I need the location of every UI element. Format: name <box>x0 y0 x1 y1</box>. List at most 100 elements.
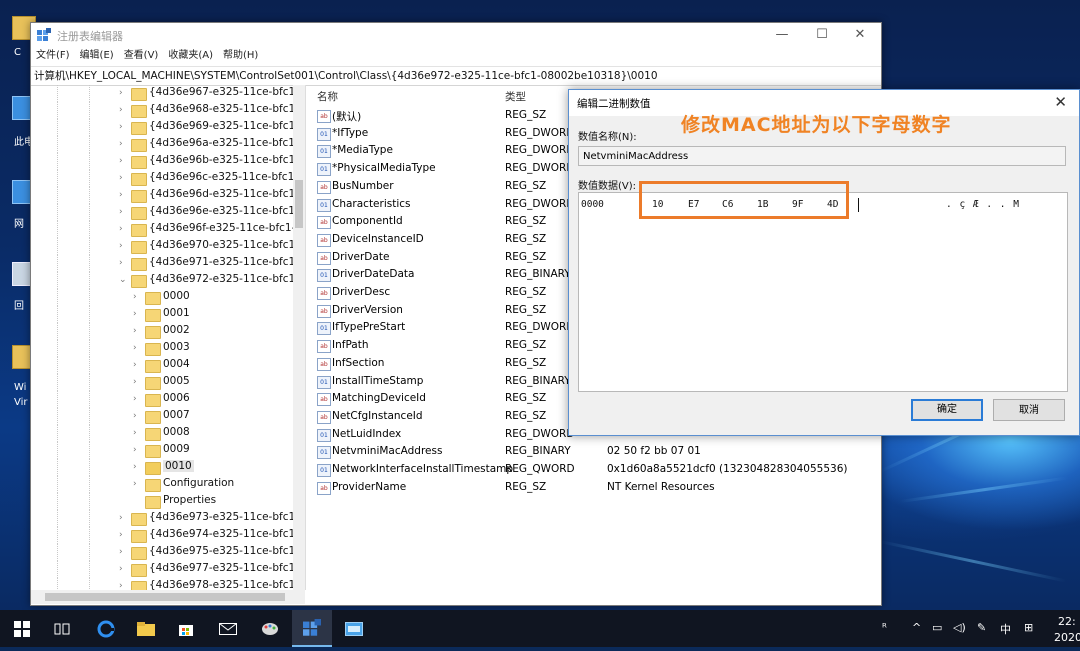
chevron-right-icon[interactable]: › <box>119 207 123 217</box>
tree-item[interactable]: › {4d36e96a-e325-11ce-bfc1-08 <box>31 136 305 153</box>
person-icon[interactable]: ᴿ <box>882 621 887 634</box>
pen-icon[interactable]: ✎ <box>977 621 986 634</box>
start-button[interactable] <box>2 610 42 647</box>
tree-item[interactable]: › 0002 <box>31 323 293 340</box>
chevron-right-icon[interactable]: › <box>119 156 123 166</box>
chevron-right-icon[interactable]: › <box>133 360 137 370</box>
tree-item[interactable]: › {4d36e96c-e325-11ce-bfc1-08 <box>31 170 305 187</box>
value-row[interactable]: 01 NetworkInterfaceInstallTimestamp REG_QW… <box>309 461 879 479</box>
chevron-right-icon[interactable]: › <box>119 547 123 557</box>
scrollbar-thumb[interactable] <box>295 180 303 228</box>
chevron-down-icon[interactable]: ⌄ <box>119 275 127 285</box>
network-icon[interactable]: ▭ <box>932 621 942 634</box>
chevron-right-icon[interactable]: › <box>133 445 137 455</box>
chevron-right-icon[interactable]: › <box>119 224 123 234</box>
tree-item[interactable]: › {4d36e96b-e325-11ce-bfc1-08 <box>31 153 305 170</box>
scrollbar-thumb[interactable] <box>45 593 285 601</box>
task-view-button[interactable] <box>42 610 82 647</box>
tree-item[interactable]: › 0007 <box>31 408 293 425</box>
tree-item[interactable]: › 0009 <box>31 442 293 459</box>
dialog-close-button[interactable]: ✕ <box>1054 93 1067 111</box>
file-explorer-button[interactable] <box>126 610 166 647</box>
value-name-field[interactable]: NetvminiMacAddress <box>578 146 1066 166</box>
close-button[interactable]: ✕ <box>843 25 877 45</box>
maximize-button[interactable]: ☐ <box>805 25 839 45</box>
ime-indicator[interactable]: 中 <box>1000 621 1011 637</box>
chevron-right-icon[interactable]: › <box>119 241 123 251</box>
menu-view[interactable]: 查看(V) <box>119 47 164 65</box>
tree-item[interactable]: › {4d36e975-e325-11ce-bfc1-08 <box>31 544 305 561</box>
tree-item[interactable]: › 0004 <box>31 357 293 374</box>
tree-item[interactable]: › {4d36e968-e325-11ce-bfc1-08 <box>31 102 305 119</box>
tree-item[interactable]: › {4d36e967-e325-11ce-bfc1-08 <box>31 85 305 102</box>
tree-item[interactable]: › Configuration <box>31 476 293 493</box>
tree-item[interactable]: › 0003 <box>31 340 293 357</box>
store-button[interactable] <box>166 610 206 647</box>
chevron-right-icon[interactable]: › <box>133 343 137 353</box>
tree-item[interactable]: › {4d36e96d-e325-11ce-bfc1-08 <box>31 187 305 204</box>
menu-edit[interactable]: 编辑(E) <box>75 47 119 65</box>
clock-date[interactable]: 2020/ <box>1054 631 1080 644</box>
chevron-right-icon[interactable]: › <box>119 581 123 590</box>
tree-item[interactable]: › {4d36e969-e325-11ce-bfc1-08 <box>31 119 305 136</box>
chevron-right-icon[interactable]: › <box>119 105 123 115</box>
chevron-right-icon[interactable]: › <box>119 88 123 98</box>
edge-button[interactable] <box>86 610 126 647</box>
column-header-type[interactable]: 类型 <box>505 89 526 104</box>
chevron-right-icon[interactable]: › <box>119 139 123 149</box>
chevron-right-icon[interactable]: › <box>119 530 123 540</box>
tree-item[interactable]: › {4d36e978-e325-11ce-bfc1-08 <box>31 578 305 590</box>
chevron-right-icon[interactable]: › <box>119 173 123 183</box>
tree-item[interactable]: ⌄ {4d36e972-e325-11ce-bfc1-08 <box>31 272 305 289</box>
chevron-right-icon[interactable]: › <box>133 309 137 319</box>
value-row[interactable]: 01 NetvminiMacAddress REG_BINARY 02 50 f2 b… <box>309 443 879 461</box>
chevron-right-icon[interactable]: › <box>133 394 137 404</box>
chevron-right-icon[interactable]: › <box>119 122 123 132</box>
chevron-right-icon[interactable]: › <box>119 564 123 574</box>
tree-horizontal-scrollbar[interactable] <box>31 590 305 604</box>
menu-favorites[interactable]: 收藏夹(A) <box>163 47 218 65</box>
window-titlebar[interactable]: 注册表编辑器 — ☐ ✕ <box>31 23 881 47</box>
tree-item[interactable]: › {4d36e973-e325-11ce-bfc1-08 <box>31 510 305 527</box>
tree-item[interactable]: › {4d36e971-e325-11ce-bfc1-08 <box>31 255 305 272</box>
ime-mode-icon[interactable]: ⊞ <box>1024 621 1033 634</box>
tree-item[interactable]: › 0000 <box>31 289 293 306</box>
chevron-right-icon[interactable]: › <box>133 428 137 438</box>
paint-button[interactable] <box>250 610 290 647</box>
chevron-right-icon[interactable]: › <box>119 513 123 523</box>
menu-file[interactable]: 文件(F) <box>31 47 75 65</box>
tree-item[interactable]: › {4d36e96f-e325-11ce-bfc1-08 <box>31 221 305 238</box>
chevron-right-icon[interactable]: › <box>133 377 137 387</box>
clock-time[interactable]: 22: <box>1058 615 1076 628</box>
chevron-right-icon[interactable]: › <box>119 190 123 200</box>
tree-item[interactable]: Properties <box>31 493 293 510</box>
tree-item[interactable]: › {4d36e974-e325-11ce-bfc1-08 <box>31 527 305 544</box>
value-row[interactable]: ab ProviderName REG_SZ NT Kernel Resources <box>309 479 879 497</box>
tree-item[interactable]: › {4d36e970-e325-11ce-bfc1-08 <box>31 238 305 255</box>
tree-item[interactable]: › {4d36e977-e325-11ce-bfc1-08 <box>31 561 305 578</box>
menu-help[interactable]: 帮助(H) <box>218 47 263 65</box>
chevron-right-icon[interactable]: › <box>133 326 137 336</box>
chevron-right-icon[interactable]: › <box>133 411 137 421</box>
cancel-button[interactable]: 取消 <box>993 399 1065 421</box>
minimize-button[interactable]: — <box>765 25 799 45</box>
tree-item[interactable]: › 0008 <box>31 425 293 442</box>
chevron-up-icon[interactable]: ^ <box>912 621 921 634</box>
mail-button[interactable] <box>208 610 248 647</box>
address-bar[interactable]: 计算机\HKEY_LOCAL_MACHINE\SYSTEM\ControlSet… <box>31 66 881 86</box>
volume-icon[interactable]: ◁) <box>953 621 966 634</box>
tree-item[interactable]: › {4d36e96e-e325-11ce-bfc1-08 <box>31 204 305 221</box>
network-settings-task-button[interactable] <box>334 610 374 647</box>
hex-editor[interactable]: 0000 10 E7 C6 1B 9F 4D . ç Æ . . M <box>578 192 1068 392</box>
chevron-right-icon[interactable]: › <box>133 479 137 489</box>
chevron-right-icon[interactable]: › <box>119 258 123 268</box>
chevron-right-icon[interactable]: › <box>133 462 137 472</box>
tree-vertical-scrollbar[interactable] <box>293 85 305 590</box>
tree-item[interactable]: › 0005 <box>31 374 293 391</box>
chevron-right-icon[interactable]: › <box>133 292 137 302</box>
column-header-name[interactable]: 名称 <box>317 89 338 104</box>
tree-item[interactable]: › 0006 <box>31 391 293 408</box>
ok-button[interactable]: 确定 <box>911 399 983 421</box>
tree-item[interactable]: › 0001 <box>31 306 293 323</box>
tree-item[interactable]: › 0010 <box>31 459 293 476</box>
